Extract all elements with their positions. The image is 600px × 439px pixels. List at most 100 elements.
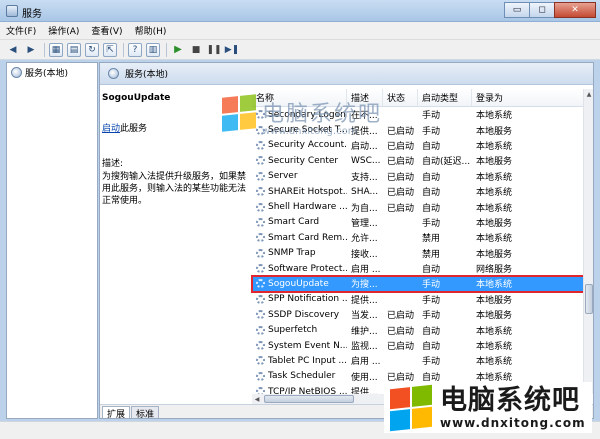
- table-row[interactable]: Shell Hardware ... 为自... 已启动 自动 本地系统: [252, 199, 585, 214]
- help-icon[interactable]: ?: [128, 42, 142, 57]
- cell-log-on-as: 本地系统: [476, 342, 513, 353]
- cell-description: 维护...: [351, 326, 378, 337]
- watermark-bottom: 电脑系统吧 www.dnxitong.com: [384, 382, 592, 433]
- table-row[interactable]: Software Protect... 启用 ... 自动 网络服务: [252, 261, 585, 276]
- service-gear-icon: [256, 294, 265, 304]
- cell-log-on-as: 本地服务: [476, 157, 513, 168]
- stop-service-icon[interactable]: ■: [189, 43, 203, 57]
- pause-service-icon[interactable]: ❚❚: [206, 43, 221, 57]
- table-row-selected[interactable]: SogouUpdate 为搜... 手动 本地系统: [251, 275, 586, 293]
- restore-button[interactable]: ◻: [529, 2, 555, 18]
- service-name: SNMP Trap: [268, 248, 316, 259]
- start-service-icon[interactable]: ▶: [171, 43, 185, 57]
- properties-icon[interactable]: ▤: [67, 42, 81, 57]
- service-name: SogouUpdate: [268, 278, 329, 289]
- cell-startup-type: 手动: [422, 218, 441, 229]
- tree-item-services-local[interactable]: 服务(本地): [11, 66, 68, 79]
- table-row[interactable]: SNMP Trap 接收... 禁用 本地服务: [252, 246, 585, 261]
- toolbar-separator: [166, 42, 167, 57]
- table-row[interactable]: System Event N... 监视... 已启动 自动 本地系统: [252, 338, 585, 353]
- forward-arrow-icon[interactable]: ▶: [24, 43, 38, 57]
- cell-status: 已启动: [387, 326, 415, 337]
- cell-status: 已启动: [387, 342, 415, 353]
- title-bar: 服务 ▭ ◻ ✕: [0, 0, 600, 22]
- cell-name: Smart Card: [252, 217, 347, 227]
- service-gear-icon: [256, 202, 265, 212]
- table-row[interactable]: SPP Notification ... 提供... 手动 本地服务: [252, 292, 585, 307]
- services-app-icon: [6, 5, 18, 17]
- minimize-button[interactable]: ▭: [504, 2, 530, 18]
- cell-description: 启用 ...: [351, 357, 381, 368]
- cell-startup-type: 自动: [422, 141, 441, 152]
- start-service-link[interactable]: 启动: [102, 124, 120, 134]
- tree-item-label: 服务(本地): [25, 69, 69, 79]
- cell-startup-type: 自动: [422, 265, 441, 276]
- cell-name: Security Center: [252, 156, 347, 166]
- service-name: SHAREit Hotspot...: [268, 186, 347, 197]
- column-startup-type[interactable]: 启动类型: [418, 89, 472, 106]
- services-gear-icon: [108, 68, 119, 79]
- service-name: Security Center: [268, 155, 339, 166]
- toolbar: ◀ ▶ ▦ ▤ ↻ ⇱ ? ▥ ▶ ■ ❚❚ ▶❚: [0, 40, 600, 60]
- cell-name: Server: [252, 171, 347, 181]
- table-row[interactable]: SHAREit Hotspot... SHA... 已启动 自动 本地系统: [252, 184, 585, 199]
- cell-name: SHAREit Hotspot...: [252, 187, 347, 197]
- table-row[interactable]: Superfetch 维护... 已启动 自动 本地系统: [252, 322, 585, 337]
- menu-action[interactable]: 操作(A): [48, 24, 79, 37]
- column-status[interactable]: 状态: [383, 89, 418, 106]
- menu-help[interactable]: 帮助(H): [135, 24, 167, 37]
- cell-status: 已启动: [387, 372, 415, 383]
- service-name: Software Protect...: [268, 263, 347, 274]
- horizontal-scroll-thumb[interactable]: [264, 395, 354, 403]
- cell-log-on-as: 网络服务: [476, 265, 513, 276]
- tab-standard[interactable]: 标准: [131, 406, 160, 418]
- window-title: 服务: [22, 9, 42, 20]
- service-name: Task Scheduler: [268, 371, 336, 382]
- export-list-icon[interactable]: ⇱: [103, 42, 117, 57]
- menu-view[interactable]: 查看(V): [91, 24, 122, 37]
- cell-startup-type: 自动: [422, 342, 441, 353]
- service-gear-icon: [256, 371, 265, 381]
- tab-extended[interactable]: 扩展: [102, 406, 131, 418]
- menu-file[interactable]: 文件(F): [6, 24, 36, 37]
- watermark-top: 电脑系统吧 www.dnxitong.com: [222, 94, 382, 137]
- cell-description: 启动...: [351, 141, 378, 152]
- scroll-left-icon[interactable]: ◀: [252, 394, 262, 404]
- view-icon[interactable]: ▥: [146, 42, 160, 57]
- service-name: SPP Notification ...: [268, 294, 347, 305]
- cell-name: System Event N...: [252, 341, 347, 351]
- cell-status: 已启动: [387, 141, 415, 152]
- table-row[interactable]: Server 支持... 已启动 自动 本地系统: [252, 169, 585, 184]
- restart-service-icon[interactable]: ▶❚: [225, 43, 239, 57]
- cell-name: SNMP Trap: [252, 248, 347, 258]
- vertical-scroll-thumb[interactable]: [585, 284, 593, 314]
- vertical-scrollbar[interactable]: ▲ ▼: [583, 89, 593, 394]
- back-arrow-icon[interactable]: ◀: [6, 43, 20, 57]
- refresh-icon[interactable]: ↻: [85, 42, 99, 57]
- show-console-tree-icon[interactable]: ▦: [49, 42, 63, 57]
- table-row[interactable]: Smart Card 管理... 手动 本地服务: [252, 215, 585, 230]
- service-gear-icon: [256, 140, 265, 150]
- cell-status: 已启动: [387, 188, 415, 199]
- cell-description: 为搜...: [351, 280, 378, 291]
- table-row[interactable]: Smart Card Rem... 允许... 禁用 本地系统: [252, 230, 585, 245]
- cell-description: 为自...: [351, 203, 378, 214]
- cell-name: SPP Notification ...: [252, 294, 347, 304]
- panel-title: 服务(本地): [125, 70, 169, 80]
- close-button[interactable]: ✕: [554, 2, 596, 18]
- cell-log-on-as: 本地系统: [476, 326, 513, 337]
- cell-description: SHA...: [351, 186, 379, 197]
- table-row[interactable]: Security Center WSC... 已启动 自动(延迟... 本地服务: [252, 153, 585, 168]
- column-log-on-as[interactable]: 登录为: [472, 89, 585, 106]
- cell-description: 使用...: [351, 372, 378, 383]
- cell-log-on-as: 本地系统: [476, 280, 513, 291]
- toolbar-separator: [123, 42, 124, 57]
- cell-log-on-as: 本地服务: [476, 249, 513, 260]
- table-row[interactable]: SSDP Discovery 当发... 已启动 手动 本地服务: [252, 307, 585, 322]
- table-row[interactable]: Security Account... 启动... 已启动 自动 本地系统: [252, 138, 585, 153]
- cell-log-on-as: 本地系统: [476, 141, 513, 152]
- table-row[interactable]: Tablet PC Input ... 启用 ... 手动 本地系统: [252, 353, 585, 368]
- service-name: Superfetch: [268, 325, 318, 336]
- scroll-up-icon[interactable]: ▲: [584, 89, 593, 100]
- cell-name: Tablet PC Input ...: [252, 356, 347, 366]
